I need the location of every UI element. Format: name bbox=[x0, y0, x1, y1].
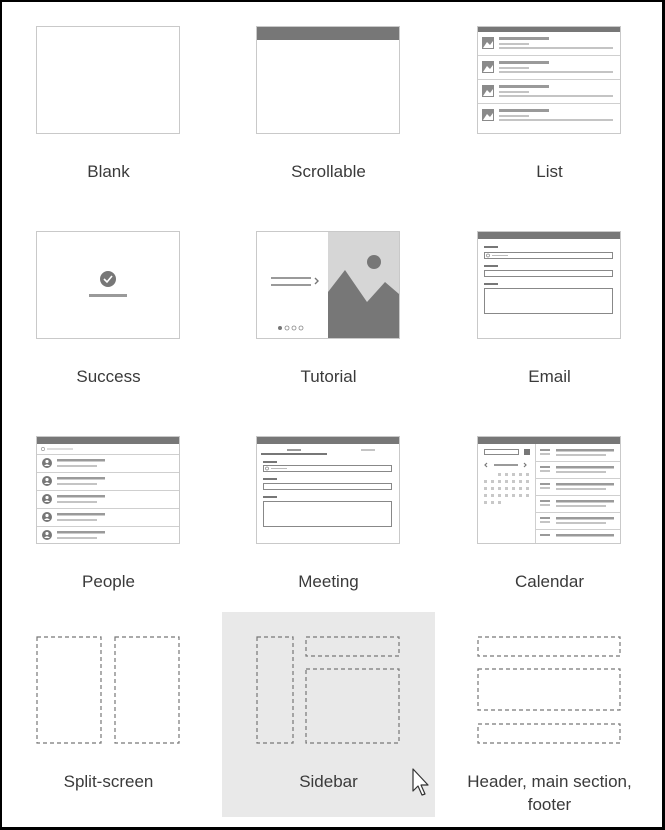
scrollable-thumbnail bbox=[256, 26, 400, 134]
agenda-row bbox=[535, 500, 620, 513]
layout-tile-email[interactable]: Email bbox=[443, 207, 656, 412]
mouse-pointer-icon bbox=[412, 768, 434, 798]
people-row bbox=[37, 494, 179, 509]
split-screen-thumbnail bbox=[36, 636, 180, 744]
success-thumbnail bbox=[36, 231, 180, 339]
layout-label-meeting: Meeting bbox=[298, 572, 359, 591]
layout-picker: Blank Scrollable List Success Tutorial E… bbox=[2, 2, 662, 827]
layout-label-split-screen: Split-screen bbox=[63, 772, 154, 791]
calendar-thumbnail bbox=[477, 436, 621, 544]
layout-label-calendar: Calendar bbox=[515, 572, 584, 591]
tutorial-thumbnail bbox=[256, 231, 400, 339]
blank-thumbnail bbox=[36, 26, 180, 134]
list-row bbox=[478, 37, 620, 56]
list-row bbox=[478, 85, 620, 104]
layout-tile-scrollable[interactable]: Scrollable bbox=[222, 2, 435, 207]
people-thumbnail bbox=[36, 436, 180, 544]
email-thumbnail bbox=[477, 231, 621, 339]
header-main-footer-thumbnail bbox=[477, 636, 621, 744]
agenda-row bbox=[540, 534, 614, 537]
layout-label-list: List bbox=[536, 162, 563, 181]
layout-tile-meeting[interactable]: Meeting bbox=[222, 412, 435, 617]
layout-tile-header-main-footer[interactable]: Header, main section, footer bbox=[443, 612, 656, 817]
people-row bbox=[42, 530, 105, 540]
layout-tile-tutorial[interactable]: Tutorial bbox=[222, 207, 435, 412]
layout-label-email: Email bbox=[528, 367, 571, 386]
agenda-row bbox=[535, 449, 620, 462]
layout-label-scrollable: Scrollable bbox=[291, 162, 366, 181]
layout-label-header-main-footer: Header, main section, footer bbox=[467, 772, 632, 814]
layout-label-tutorial: Tutorial bbox=[300, 367, 357, 386]
layout-label-people: People bbox=[82, 572, 135, 591]
people-row bbox=[37, 512, 179, 527]
agenda-row bbox=[535, 466, 620, 479]
layout-tile-sidebar[interactable]: Sidebar bbox=[222, 612, 435, 817]
list-row bbox=[482, 109, 613, 121]
layout-tile-split-screen[interactable]: Split-screen bbox=[2, 612, 215, 817]
layout-tile-list[interactable]: List bbox=[443, 2, 656, 207]
agenda-row bbox=[535, 517, 620, 530]
people-row bbox=[37, 458, 179, 473]
people-row bbox=[37, 476, 179, 491]
layout-tile-people[interactable]: People bbox=[2, 412, 215, 617]
layout-label-success: Success bbox=[76, 367, 141, 386]
layout-label-blank: Blank bbox=[87, 162, 130, 181]
layout-tile-blank[interactable]: Blank bbox=[2, 2, 215, 207]
agenda-row bbox=[535, 483, 620, 496]
sidebar-thumbnail bbox=[256, 636, 400, 744]
layout-tile-calendar[interactable]: Calendar bbox=[443, 412, 656, 617]
list-thumbnail bbox=[477, 26, 621, 134]
list-row bbox=[478, 61, 620, 80]
layout-label-sidebar: Sidebar bbox=[299, 772, 358, 791]
layout-tile-success[interactable]: Success bbox=[2, 207, 215, 412]
meeting-thumbnail bbox=[256, 436, 400, 544]
